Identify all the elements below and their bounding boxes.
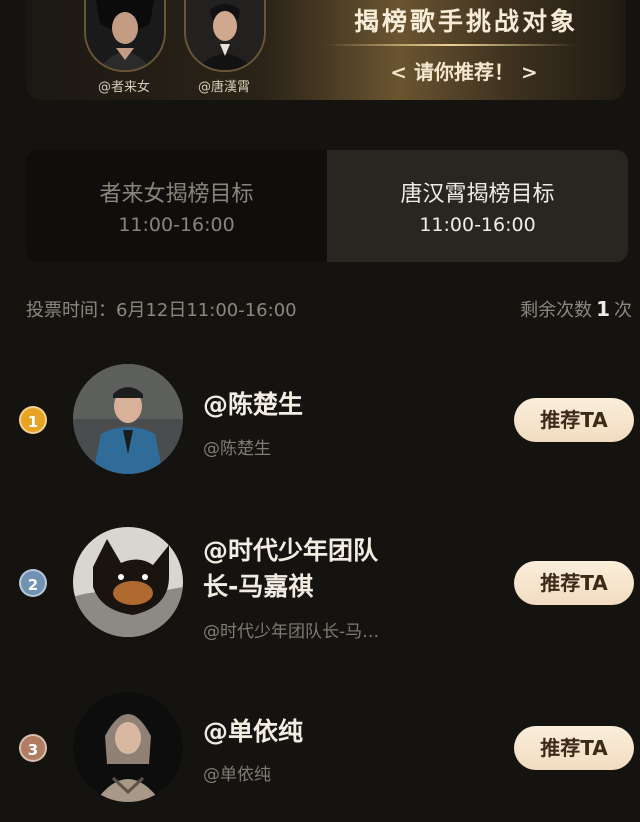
recommend-button[interactable]: 推荐TA xyxy=(514,398,634,442)
rank-badge: 3 xyxy=(19,734,47,762)
vote-time: 投票时间：6月12日11:00-16:00 xyxy=(26,300,297,321)
remaining-count: 1 xyxy=(596,297,610,321)
tab-label: 唐汉霄揭榜目标 xyxy=(400,182,555,207)
list-item: 3 @单依纯 @单依纯 推荐TA xyxy=(0,692,640,804)
candidate-handle: @陈楚生 xyxy=(203,439,271,459)
tab-time: 11:00-16:00 xyxy=(419,214,536,236)
tab-time: 11:00-16:00 xyxy=(118,214,235,236)
banner-title: 揭榜歌手挑战对象 xyxy=(353,7,578,36)
singer-handle-2: @唐漢霄 xyxy=(197,80,250,95)
remaining-label: 剩余次数 xyxy=(520,300,593,321)
singer-card-1[interactable]: @者来女 xyxy=(84,0,166,95)
target-tabs: 者来女揭榜目标 11:00-16:00 唐汉霄揭榜目标 11:00-16:00 xyxy=(26,150,628,262)
avatar[interactable] xyxy=(73,692,183,802)
tab-zhelainv-target[interactable]: 者来女揭榜目标 11:00-16:00 xyxy=(26,150,327,262)
tab-label: 者来女揭榜目标 xyxy=(99,182,254,207)
remaining-unit: 次 xyxy=(614,300,632,321)
remaining-votes: 剩余次数 1 次 xyxy=(520,296,632,322)
singer-avatar-1 xyxy=(84,0,166,72)
singer-card-2[interactable]: @唐漢霄 xyxy=(184,0,266,95)
recommend-prompt[interactable]: < 请你推荐！ > xyxy=(364,56,564,85)
candidate-handle: @时代少年团队长-马… xyxy=(203,622,380,642)
list-item: 2 @时代少年团队长-马嘉祺 @时代少年团队长-马… 推荐TA xyxy=(0,527,640,642)
candidate-name: @陈楚生 xyxy=(203,390,304,419)
challenge-banner: @者来女 @唐漢霄 揭榜歌手挑战对象 < 请你推荐！ > xyxy=(26,0,626,100)
recommend-button[interactable]: 推荐TA xyxy=(514,726,634,770)
singer-avatar-2 xyxy=(184,0,266,72)
candidate-name: @单依纯 xyxy=(203,717,304,746)
recommend-button[interactable]: 推荐TA xyxy=(514,561,634,605)
rank-badge: 2 xyxy=(19,569,47,597)
rank-badge: 1 xyxy=(19,406,47,434)
candidate-handle: @单依纯 xyxy=(203,765,271,785)
avatar[interactable] xyxy=(73,364,183,474)
avatar[interactable] xyxy=(73,527,183,637)
list-item: 1 @陈楚生 @陈楚生 推荐TA xyxy=(0,364,640,476)
tab-tanghanxiao-target[interactable]: 唐汉霄揭榜目标 11:00-16:00 xyxy=(327,150,628,262)
banner-shine xyxy=(326,44,576,46)
singer-handle-1: @者来女 xyxy=(97,80,150,95)
candidate-name: @时代少年团队长-马嘉祺 xyxy=(203,536,379,601)
